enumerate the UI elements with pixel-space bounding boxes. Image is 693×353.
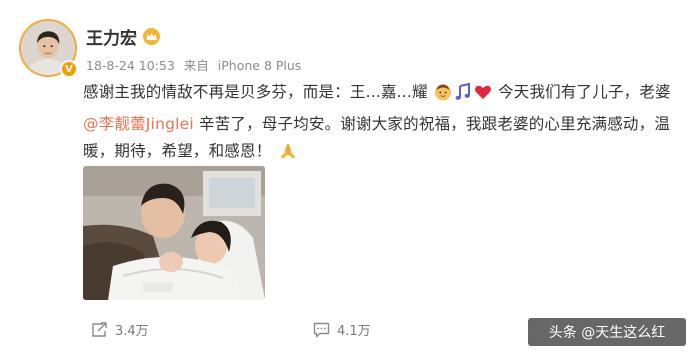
repost-icon (92, 321, 107, 337)
post-body: 感谢主我的情敌不再是贝多芬，而是：王...嘉...耀 今天我们有了儿子，老婆 @ (83, 79, 673, 170)
post-photo[interactable] (83, 166, 265, 300)
verified-v-badge-icon: V (60, 60, 78, 78)
repost-count: 3.4万 (115, 324, 149, 339)
post-text-part2: 今天我们有了儿子，老婆 (498, 83, 671, 101)
username-row: 王力宏 (86, 24, 160, 49)
comment-count: 4.1万 (337, 324, 371, 339)
post-meta: 18-8-24 10:53 来自 iPhone 8 Plus (86, 55, 301, 74)
weibo-post-card: V 王力宏 18-8-24 10:53 来自 iPhone 8 Plus 感谢主… (0, 0, 693, 353)
source-watermark: 头条 @天生这么红 (528, 318, 686, 346)
post-source-prefix: 来自 (183, 58, 209, 73)
comment-icon (313, 322, 330, 337)
post-source-device: iPhone 8 Plus (217, 58, 302, 73)
mention-link[interactable]: @李靓蕾Jinglei (83, 115, 194, 133)
username-link[interactable]: 王力宏 (86, 24, 137, 49)
crown-level-icon[interactable] (143, 28, 160, 45)
red-heart-emoji-icon (474, 83, 492, 111)
praying-hands-emoji-icon (278, 142, 298, 170)
avatar[interactable]: V (19, 19, 78, 78)
baby-emoji-icon (434, 83, 452, 111)
post-text-part1: 感谢主我的情敌不再是贝多芬，而是：王...嘉...耀 (83, 83, 428, 101)
comment-button[interactable]: 4.1万 (313, 320, 371, 339)
repost-button[interactable]: 3.4万 (91, 320, 149, 339)
music-note-emoji-icon (454, 82, 472, 111)
post-date[interactable]: 18-8-24 10:53 (86, 58, 175, 73)
